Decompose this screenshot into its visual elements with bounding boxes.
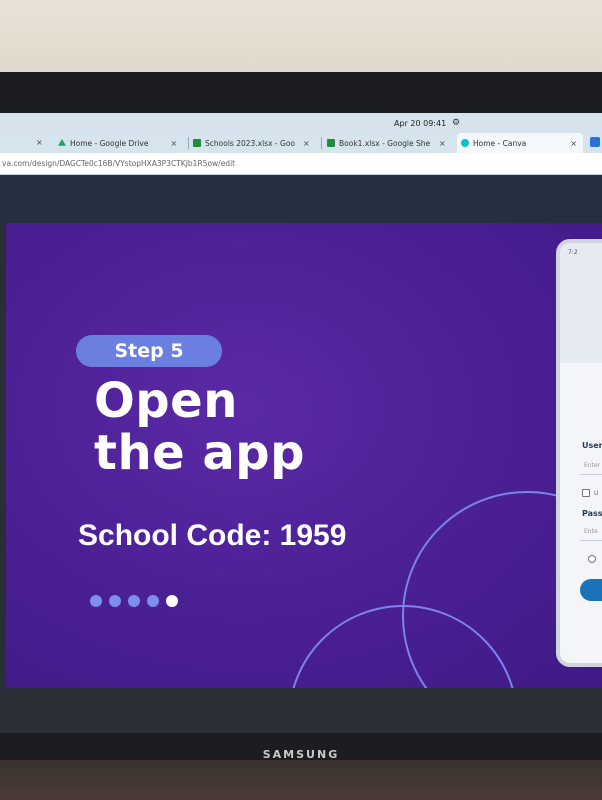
phone-mockup: 7:2 Usern Enter U Passw Ente bbox=[556, 239, 602, 667]
remember-label: U bbox=[594, 490, 599, 497]
phone-time: 7:2 bbox=[568, 249, 578, 256]
tab-book1-sheet[interactable]: Book1.xlsx - Google She × bbox=[327, 133, 455, 153]
canva-icon bbox=[461, 139, 469, 147]
browser-tab-strip: × Home - Google Drive × Schools 2023.xls… bbox=[0, 133, 602, 153]
close-icon[interactable]: × bbox=[570, 139, 577, 148]
pagination-dot bbox=[147, 595, 159, 607]
slide-headline: Open the app bbox=[94, 375, 305, 479]
close-icon[interactable]: × bbox=[170, 139, 177, 148]
google-drive-icon bbox=[58, 139, 66, 146]
tab-divider bbox=[321, 137, 322, 149]
pagination-dot bbox=[128, 595, 140, 607]
step-label: Step 5 bbox=[114, 340, 184, 362]
tab-label: Home - Canva bbox=[473, 138, 527, 148]
close-icon[interactable]: × bbox=[439, 139, 446, 148]
pagination-dot bbox=[90, 595, 102, 607]
google-sheets-icon bbox=[193, 139, 201, 147]
settings-gear-icon[interactable]: ⚙ bbox=[452, 118, 460, 128]
tab-divider bbox=[188, 137, 189, 149]
tab-label: Schools 2023.xlsx - Goo bbox=[205, 138, 295, 148]
tab-google-drive[interactable]: Home - Google Drive × bbox=[58, 133, 186, 153]
tab-schools-sheet[interactable]: Schools 2023.xlsx - Goo × bbox=[193, 133, 319, 153]
url-text[interactable]: va.com/design/DAGCTe0c16B/VYstopHXA3P3CT… bbox=[2, 159, 235, 168]
tab-label: Home - Google Drive bbox=[70, 138, 149, 148]
pagination-dot-active bbox=[166, 595, 178, 607]
phone-header-area bbox=[560, 243, 602, 363]
monitor-screen: Apr 20 09:41 ⚙ × Home - Google Drive × S… bbox=[0, 113, 602, 733]
password-field: Ente bbox=[580, 521, 602, 541]
close-icon[interactable]: × bbox=[36, 138, 43, 147]
tab-label: Book1.xlsx - Google She bbox=[339, 138, 431, 148]
username-placeholder: Enter bbox=[584, 462, 601, 469]
password-label: Passw bbox=[582, 509, 602, 518]
tab-canva[interactable]: Home - Canva × bbox=[457, 133, 583, 153]
presentation-slide[interactable]: Step 5 Open the app School Code: 1959 7:… bbox=[6, 223, 602, 688]
editor-toolbar-region bbox=[0, 175, 602, 223]
headline-line: the app bbox=[94, 425, 305, 481]
option-radio bbox=[588, 555, 596, 563]
pagination-dot bbox=[109, 595, 121, 607]
headline-line: Open bbox=[94, 373, 238, 429]
address-bar[interactable]: va.com/design/DAGCTe0c16B/VYstopHXA3P3CT… bbox=[0, 153, 602, 175]
google-sheets-icon bbox=[327, 139, 335, 147]
system-clock[interactable]: Apr 20 09:41 bbox=[394, 119, 446, 128]
remember-checkbox bbox=[582, 489, 590, 497]
step-badge: Step 5 bbox=[76, 335, 222, 367]
desk-surface bbox=[0, 760, 602, 800]
os-top-bar: Apr 20 09:41 ⚙ bbox=[0, 113, 602, 133]
close-icon[interactable]: × bbox=[303, 139, 310, 148]
pagination-dots bbox=[90, 595, 178, 607]
school-code-text: School Code: 1959 bbox=[78, 519, 347, 552]
username-label: Usern bbox=[582, 441, 602, 450]
password-placeholder: Ente bbox=[584, 528, 598, 535]
tab-search-icon[interactable] bbox=[590, 137, 600, 147]
username-field: Enter bbox=[580, 455, 602, 475]
login-button bbox=[580, 579, 602, 601]
